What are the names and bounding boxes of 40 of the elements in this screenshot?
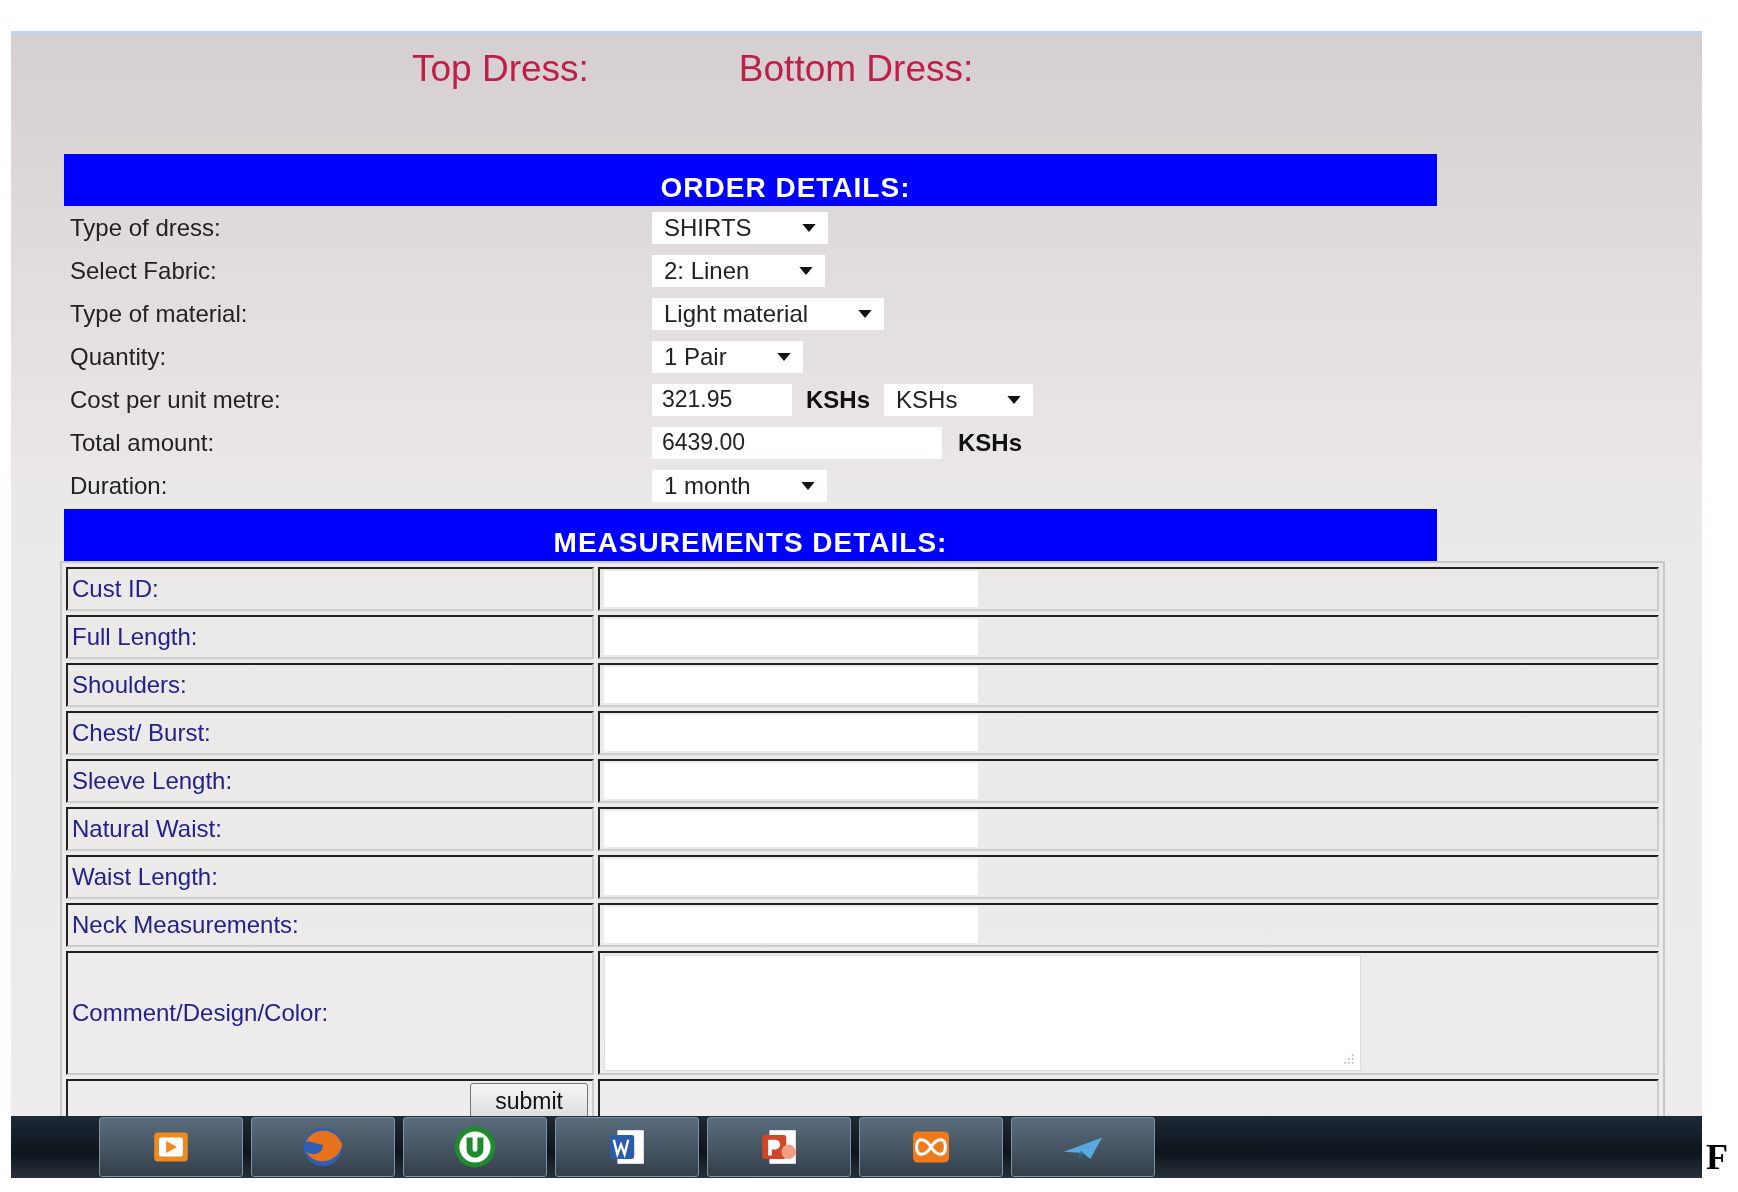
table-cell: Natural Waist: — [66, 807, 594, 851]
unit-label: KSHs — [958, 428, 1023, 457]
caret-icon — [776, 352, 791, 361]
table-cell: Chest/ Burst: — [66, 711, 594, 755]
field-label: Quantity: — [69, 342, 168, 371]
section-bar: ORDER DETAILS: — [64, 154, 1437, 206]
field-label: Select Fabric: — [69, 256, 218, 285]
table-cell: Neck Measurements: — [66, 903, 594, 947]
dropdown[interactable]: SHIRTS — [652, 211, 828, 244]
submit-button[interactable]: submit — [470, 1082, 588, 1116]
caret-icon — [801, 223, 816, 232]
field-label: Total amount: — [69, 428, 216, 457]
input-field[interactable]: 321.95 — [652, 383, 792, 416]
dropdown[interactable]: 2: Linen — [652, 254, 826, 287]
input-field[interactable]: 6439.00 — [652, 426, 942, 459]
table-cell: Full Length: — [66, 615, 594, 659]
caret-icon — [858, 309, 873, 318]
dropdown[interactable]: 1 Pair — [652, 340, 803, 373]
field-label: Type of dress: — [69, 213, 222, 242]
caret-icon — [1007, 395, 1022, 404]
dropdown[interactable]: Light material — [652, 297, 885, 330]
comment-box[interactable] — [604, 955, 1361, 1071]
page-text: F — [1705, 1136, 1728, 1179]
field-label: Cost per unit metre: — [69, 385, 282, 414]
unit-label: KSHs — [806, 385, 871, 414]
table-cell: Sleeve Length: — [66, 759, 594, 803]
section-heading: Top Dress: — [412, 48, 589, 91]
section-heading: Bottom Dress: — [738, 48, 974, 91]
table-cell: Shoulders: — [66, 663, 594, 707]
table-cell: Cust ID: — [66, 567, 594, 611]
section-bar: MEASUREMENTS DETAILS: — [64, 509, 1437, 561]
table-cell: Waist Length: — [66, 855, 594, 899]
table-cell: Comment/Design/Color: — [66, 951, 594, 1075]
field-label: Type of material: — [69, 299, 249, 328]
resize-grip-icon — [1344, 1054, 1354, 1064]
field-label: Duration: — [69, 471, 169, 500]
caret-icon — [799, 266, 814, 275]
dropdown[interactable]: KSHs — [884, 383, 1034, 416]
caret-icon — [800, 481, 815, 490]
dropdown[interactable]: 1 month — [652, 469, 827, 502]
